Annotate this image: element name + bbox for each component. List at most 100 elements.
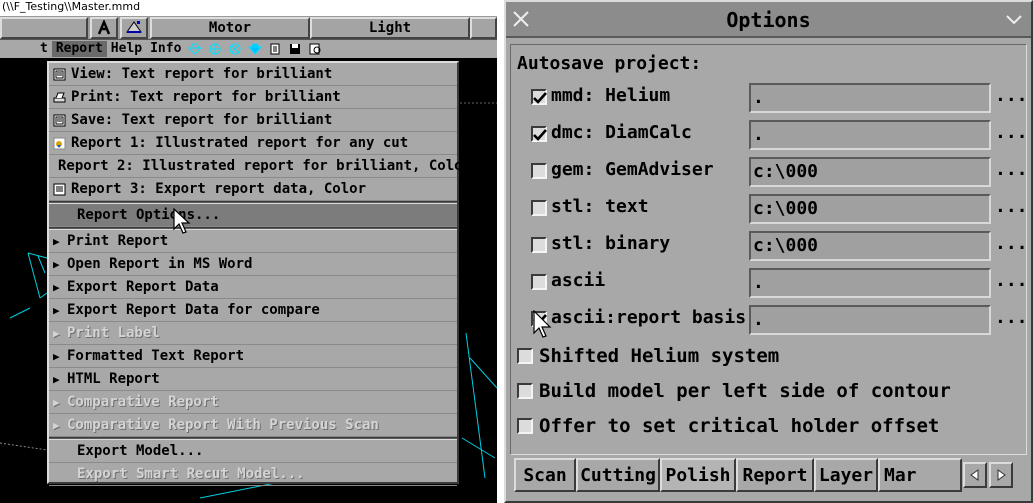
chevron-down-icon[interactable] bbox=[1001, 6, 1027, 32]
path-field-stl-binary[interactable]: c:\000 bbox=[749, 231, 991, 261]
menu-item-view-text-report[interactable]: View: Text report for brilliant bbox=[49, 63, 457, 86]
path-field-ascii-report-basis[interactable]: . bbox=[749, 305, 991, 335]
diamond-facet-icon[interactable] bbox=[228, 43, 242, 55]
checkbox-label: ascii bbox=[551, 270, 606, 291]
menu-item-comparative-report-previous: ▶ Comparative Report With Previous Scan bbox=[49, 414, 457, 437]
checkbox-label: stl: binary bbox=[551, 233, 671, 254]
main-window-left: (\\F_Testing\\Master.mmd Motor Light t R… bbox=[0, 0, 497, 503]
browse-button-ascii[interactable]: ... bbox=[995, 270, 1028, 291]
diamond-crown-icon[interactable] bbox=[248, 43, 263, 55]
tab-mar[interactable]: Mar bbox=[878, 458, 962, 492]
browse-button-mmd[interactable]: ... bbox=[995, 85, 1028, 106]
menu-item-export-report-data[interactable]: ▶ Export Report Data bbox=[49, 276, 457, 299]
preview-icon[interactable] bbox=[308, 43, 322, 55]
save-icon bbox=[53, 114, 66, 126]
window-path-title: (\\F_Testing\\Master.mmd bbox=[0, 0, 497, 16]
menu-item-save-text-report[interactable]: Save: Text report for brilliant bbox=[49, 109, 457, 132]
options-titlebar: Options bbox=[506, 2, 1031, 38]
checkbox-stl-binary[interactable] bbox=[531, 237, 547, 253]
menu-item-label: Comparative Report bbox=[67, 393, 219, 410]
checkbox-stl-text[interactable] bbox=[531, 200, 547, 216]
menu-report[interactable]: Report bbox=[51, 41, 107, 57]
autosave-row-gem: gem: GemAdviser c:\000 ... bbox=[531, 155, 1031, 187]
browse-button-gem[interactable]: ... bbox=[995, 159, 1028, 180]
browse-button-stl-text[interactable]: ... bbox=[995, 196, 1028, 217]
tab-cutting[interactable]: Cutting bbox=[576, 458, 660, 492]
menu-partial-item[interactable]: t bbox=[0, 41, 52, 57]
checkbox-label: Build model per left side of contour bbox=[539, 380, 951, 402]
option-row-critical-holder: Offer to set critical holder offset bbox=[517, 411, 1027, 441]
checkbox-shifted-helium[interactable] bbox=[517, 348, 533, 364]
checkbox-mmd[interactable] bbox=[531, 89, 547, 105]
path-field-mmd[interactable]: . bbox=[749, 83, 991, 113]
arrow-left-icon bbox=[970, 469, 979, 481]
checkbox-label: dmc: DiamCalc bbox=[551, 122, 692, 143]
cutter-icon[interactable] bbox=[90, 17, 118, 39]
diamond-scan-icon[interactable] bbox=[120, 17, 148, 39]
tab-polish[interactable]: Polish bbox=[660, 458, 736, 492]
diamond-top-icon[interactable] bbox=[208, 43, 222, 55]
submenu-arrow-icon: ▶ bbox=[53, 349, 60, 363]
menu-item-export-report-data-compare[interactable]: ▶ Export Report Data for compare bbox=[49, 299, 457, 322]
menu-item-label: Print Report bbox=[67, 232, 169, 249]
light-button[interactable]: Light bbox=[310, 17, 470, 39]
checkbox-label: Shifted Helium system bbox=[539, 345, 780, 367]
menu-item-export-smart-recut: Export Smart Recut Model... bbox=[49, 463, 457, 486]
tab-layer[interactable]: Layer bbox=[814, 458, 878, 492]
diamond-side-icon[interactable] bbox=[188, 43, 203, 55]
options-panel: Autosave project: mmd: Helium . ... dmc:… bbox=[510, 44, 1028, 455]
autosave-row-dmc: dmc: DiamCalc . ... bbox=[531, 118, 1031, 150]
tab-report[interactable]: Report bbox=[736, 458, 814, 492]
autosave-row-stl-text: stl: text c:\000 ... bbox=[531, 192, 1031, 224]
toolbar-overflow-button[interactable] bbox=[470, 17, 497, 39]
dialog-title: Options bbox=[726, 8, 811, 32]
path-field-stl-text[interactable]: c:\000 bbox=[749, 194, 991, 224]
menu-item-open-report-word[interactable]: ▶ Open Report in MS Word bbox=[49, 253, 457, 276]
menu-item-report-2[interactable]: Report 2: Illustrated report for brillia… bbox=[49, 155, 471, 178]
menu-item-export-model[interactable]: Export Model... bbox=[49, 440, 457, 463]
document-icon[interactable] bbox=[268, 43, 282, 55]
menu-item-label: Report 3: Export report data, Color bbox=[71, 180, 367, 197]
checkbox-critical-holder[interactable] bbox=[517, 418, 533, 434]
options-tabstrip: Scan Cutting Polish Report Layer Mar bbox=[510, 458, 1027, 492]
motor-button[interactable]: Motor bbox=[150, 17, 310, 39]
browse-button-stl-binary[interactable]: ... bbox=[995, 233, 1028, 254]
menu-item-label: Comparative Report With Previous Scan bbox=[67, 416, 379, 433]
menu-item-print-report[interactable]: ▶ Print Report bbox=[49, 230, 457, 253]
menu-item-report-1[interactable]: Report 1: Illustrated report for any cut bbox=[49, 132, 457, 155]
checkbox-label: ascii:report basis bbox=[551, 307, 747, 328]
tab-scroll-right-button[interactable] bbox=[989, 462, 1013, 488]
toolbar: Motor Light bbox=[0, 16, 497, 40]
report-illustrated-icon bbox=[53, 137, 66, 149]
checkbox-ascii[interactable] bbox=[531, 274, 547, 290]
save-disk-icon[interactable] bbox=[288, 43, 302, 55]
submenu-arrow-icon: ▶ bbox=[53, 234, 60, 248]
menu-item-label: Print Label bbox=[67, 324, 160, 341]
autosave-row-ascii: ascii . ... bbox=[531, 266, 1031, 298]
browse-button-ascii-report-basis[interactable]: ... bbox=[995, 307, 1028, 328]
toolbar-blank-button[interactable] bbox=[0, 17, 88, 39]
path-field-dmc[interactable]: . bbox=[749, 120, 991, 150]
path-field-ascii[interactable]: . bbox=[749, 268, 991, 298]
menu-item-formatted-text-report[interactable]: ▶ Formatted Text Report bbox=[49, 345, 457, 368]
option-row-build-model: Build model per left side of contour bbox=[517, 376, 1027, 406]
menu-item-report-3[interactable]: Report 3: Export report data, Color bbox=[49, 178, 457, 201]
menu-info[interactable]: Info bbox=[146, 41, 185, 57]
check-icon bbox=[533, 92, 547, 104]
menu-item-label: Report 2: Illustrated report for brillia… bbox=[58, 157, 472, 174]
path-field-gem[interactable]: c:\000 bbox=[749, 157, 991, 187]
tab-scroll-left-button[interactable] bbox=[963, 462, 987, 488]
view-icon bbox=[53, 68, 66, 80]
checkbox-label: gem: GemAdviser bbox=[551, 159, 714, 180]
menu-item-html-report[interactable]: ▶ HTML Report bbox=[49, 368, 457, 391]
checkbox-dmc[interactable] bbox=[531, 126, 547, 142]
menu-help[interactable]: Help bbox=[107, 41, 146, 57]
menu-item-report-options[interactable]: Report Options... bbox=[49, 204, 457, 227]
tab-scan[interactable]: Scan bbox=[514, 458, 576, 492]
arrow-right-icon bbox=[997, 469, 1006, 481]
browse-button-dmc[interactable]: ... bbox=[995, 122, 1028, 143]
checkbox-build-model[interactable] bbox=[517, 383, 533, 399]
menu-item-print-text-report[interactable]: Print: Text report for brilliant bbox=[49, 86, 457, 109]
menu-item-label: Export Report Data for compare bbox=[67, 301, 320, 318]
checkbox-gem[interactable] bbox=[531, 163, 547, 179]
